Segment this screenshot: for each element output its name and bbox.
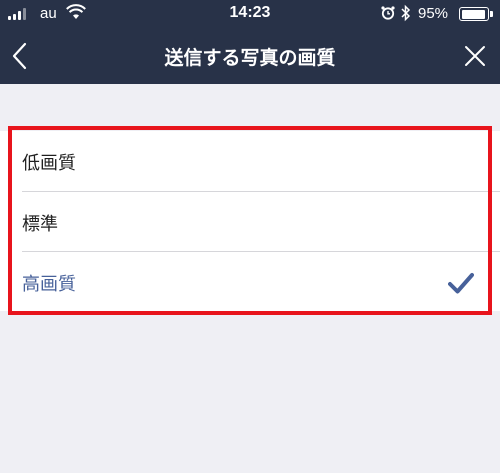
option-label: 高画質: [22, 274, 76, 295]
battery-percentage: 95%: [418, 5, 449, 22]
option-label: 標準: [22, 214, 58, 235]
navigation-bar: 送信する写真の画質: [0, 28, 500, 84]
checkmark-icon: [448, 273, 474, 294]
quality-option-list: 低画質 標準 高画質: [0, 131, 500, 311]
battery-tip: [490, 11, 493, 17]
quality-option-standard[interactable]: 標準: [0, 192, 500, 252]
bluetooth-icon: [401, 4, 411, 22]
alarm-icon: [381, 6, 395, 20]
option-label: 低画質: [22, 153, 76, 174]
status-bar: au 14:23 95%: [0, 0, 500, 28]
close-icon[interactable]: [464, 45, 486, 67]
battery-fill: [461, 9, 486, 19]
page-title: 送信する写真の画質: [164, 47, 336, 69]
quality-option-low[interactable]: 低画質: [0, 131, 500, 191]
quality-option-high[interactable]: 高画質: [0, 252, 500, 312]
battery-icon: [459, 7, 489, 21]
